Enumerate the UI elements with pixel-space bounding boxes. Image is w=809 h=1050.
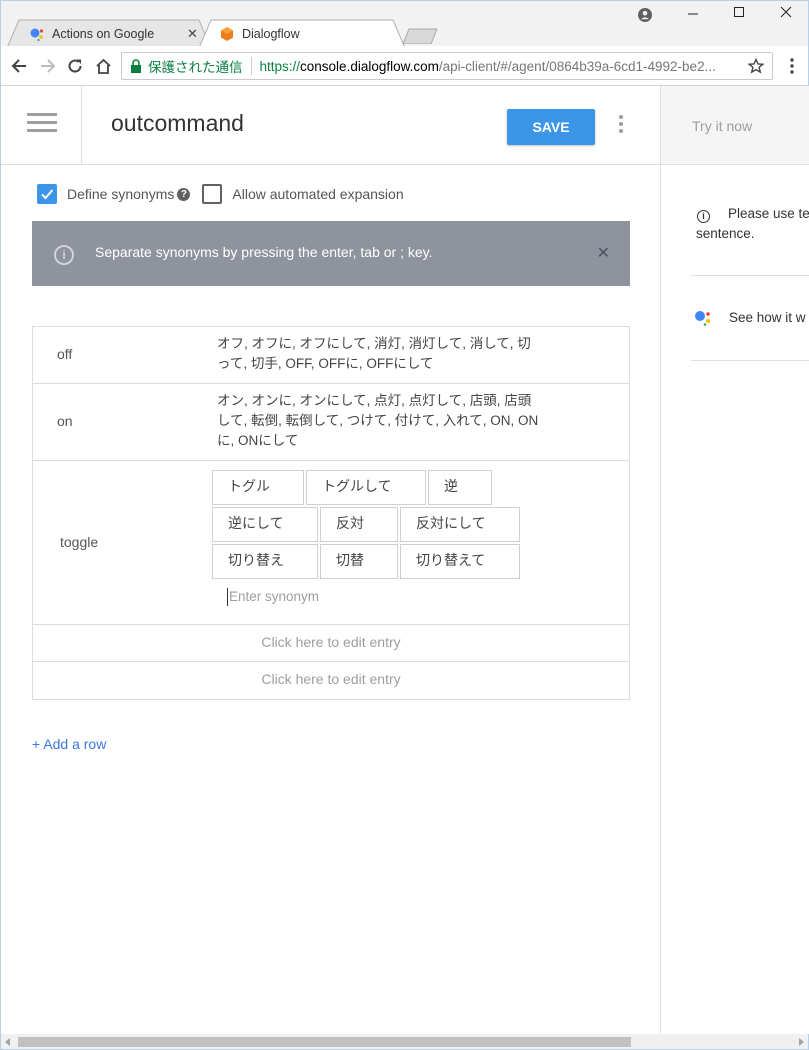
hint-line-2: sentence.: [696, 226, 755, 241]
minimize-icon[interactable]: [678, 5, 708, 21]
maximize-icon[interactable]: [724, 5, 754, 21]
add-row-link[interactable]: + Add a row: [32, 736, 106, 752]
synonym-chip[interactable]: 切替: [320, 544, 398, 579]
empty-entry-row[interactable]: Click here to edit entry: [33, 625, 629, 662]
synonym-hint-banner: i Separate synonyms by pressing the ente…: [32, 221, 630, 286]
synonym-chip[interactable]: 切り替え: [212, 544, 318, 579]
synonyms-line: オフ, オフに, オフにして, 消灯, 消灯して, 消して, 切: [217, 336, 531, 351]
google-assistant-icon: [30, 28, 44, 41]
browser-toolbar: 保護された通信 https://console.dialogflow.com/a…: [0, 46, 809, 86]
banner-message: Separate synonyms by pressing the enter,…: [95, 244, 433, 260]
close-icon[interactable]: ✕: [597, 243, 610, 263]
table-row[interactable]: toggle トグル トグルして 逆 逆にして 反対 反対にして 切り替え 切替…: [33, 461, 629, 625]
panel-divider: [691, 275, 809, 276]
tab-dialogflow[interactable]: Dialogflow: [199, 19, 405, 48]
synonym-chip[interactable]: トグルして: [306, 470, 426, 505]
tab-label: Dialogflow: [242, 26, 300, 41]
browser-titlebar: Actions on Google ✕ Dialogflow: [0, 0, 809, 48]
forward-arrow-icon[interactable]: [37, 55, 59, 77]
entity-header: outcommand SAVE: [1, 86, 660, 165]
close-tab-icon[interactable]: ✕: [187, 26, 198, 42]
entries-table: off オフ, オフに, オフにして, 消灯, 消灯して, 消して, 切 って,…: [32, 326, 630, 700]
entity-editor: Define synonyms ? Allow automated expans…: [1, 166, 660, 1034]
new-tab-button[interactable]: [403, 28, 437, 44]
scroll-left-icon[interactable]: [5, 1038, 10, 1046]
banner-prefix: Separate synonyms by pressing the: [95, 244, 322, 260]
dialogflow-app: outcommand SAVE Try it now i Please use t…: [0, 86, 809, 1034]
reload-icon[interactable]: [64, 55, 86, 77]
table-row[interactable]: off オフ, オフに, オフにして, 消灯, 消灯して, 消して, 切 って,…: [33, 327, 629, 384]
try-it-placeholder: Try it now: [692, 118, 753, 134]
synonym-chip[interactable]: トグル: [212, 470, 304, 505]
banner-suffix: key.: [403, 244, 433, 260]
try-it-panel: Try it now i Please use te sentence. See …: [660, 86, 809, 1034]
define-synonyms-label: Define synonyms: [67, 186, 175, 202]
synonym-chip[interactable]: 反対: [320, 507, 398, 542]
home-icon[interactable]: [92, 55, 114, 77]
profile-icon[interactable]: [638, 8, 652, 22]
lock-icon: [131, 59, 141, 73]
allow-expansion-checkbox[interactable]: [202, 184, 223, 204]
scrollbar-thumb[interactable]: [18, 1037, 631, 1047]
reference-value[interactable]: off: [57, 346, 72, 362]
see-how-label: See how it w: [729, 309, 806, 325]
synonym-chip[interactable]: 逆: [428, 470, 492, 505]
synonyms-list[interactable]: オフ, オフに, オフにして, 消灯, 消灯して, 消して, 切 って, 切手,…: [217, 334, 542, 374]
synonyms-line: って, 切手, OFF, OFFに, OFFにして: [217, 356, 434, 371]
security-label: 保護された通信: [148, 60, 243, 75]
synonyms-list[interactable]: オン, オンに, オンにして, 点灯, 点灯して, 店頭, 店頭 して, 転倒,…: [217, 391, 542, 451]
url-host: console.dialogflow.com: [300, 58, 439, 74]
synonym-input[interactable]: Enter synonym: [227, 588, 319, 606]
more-options-icon[interactable]: [616, 115, 626, 135]
browser-menu-icon[interactable]: [784, 56, 800, 76]
help-icon[interactable]: ?: [177, 187, 191, 201]
reference-value[interactable]: toggle: [60, 534, 98, 550]
reference-value[interactable]: on: [57, 413, 73, 429]
url-protocol: https://: [259, 58, 301, 74]
url-path: /api-client/#/agent/0864b39a-6cd1-4992-b…: [438, 58, 716, 74]
key-enter: enter: [321, 244, 353, 260]
info-icon: i: [54, 245, 74, 265]
empty-entry-row[interactable]: Click here to edit entry: [33, 662, 629, 699]
see-how-link[interactable]: See how it w: [693, 306, 806, 328]
horizontal-scrollbar[interactable]: [0, 1034, 809, 1050]
save-button[interactable]: SAVE: [507, 109, 595, 145]
allow-expansion-label: Allow automated expansion: [232, 186, 404, 202]
define-synonyms-checkbox[interactable]: [37, 184, 57, 204]
menu-icon[interactable]: [27, 113, 57, 133]
banner-or: or: [379, 244, 401, 260]
omnibox-separator: [250, 57, 252, 75]
address-bar[interactable]: 保護された通信 https://console.dialogflow.com/a…: [121, 52, 773, 80]
synonyms-line: に, ONにして: [217, 433, 299, 448]
synonym-chip[interactable]: 切り替えて: [400, 544, 520, 579]
synonym-chip[interactable]: 反対にして: [400, 507, 520, 542]
synonyms-line: して, 転倒, 転倒して, つけて, 付けて, 入れて, ON, ON: [217, 413, 539, 428]
tab-label: Actions on Google: [52, 26, 155, 41]
scroll-right-icon[interactable]: [799, 1038, 804, 1046]
table-row[interactable]: on オン, オンに, オンにして, 点灯, 点灯して, 店頭, 店頭 して, …: [33, 384, 629, 461]
dialogflow-icon: [221, 26, 233, 41]
header-divider: [81, 86, 82, 165]
synonyms-line: オン, オンに, オンにして, 点灯, 点灯して, 店頭, 店頭: [217, 393, 532, 408]
checkmark-icon: [41, 189, 54, 200]
synonym-chip[interactable]: 逆にして: [212, 507, 318, 542]
hint-line-1: Please use te: [728, 206, 809, 221]
back-arrow-icon[interactable]: [8, 55, 30, 77]
entity-options: Define synonyms ? Allow automated expans…: [37, 184, 404, 204]
panel-divider: [691, 360, 809, 361]
key-tab: tab: [360, 244, 380, 260]
tab-actions-on-google[interactable]: Actions on Google ✕: [7, 19, 211, 48]
try-it-hint: i Please use te sentence.: [696, 204, 809, 244]
entity-name[interactable]: outcommand: [111, 110, 244, 137]
bookmark-star-icon[interactable]: [748, 58, 764, 74]
google-assistant-icon: [695, 311, 710, 326]
close-window-icon[interactable]: [771, 5, 801, 21]
try-it-input[interactable]: Try it now: [661, 86, 809, 165]
info-icon: i: [697, 210, 710, 223]
